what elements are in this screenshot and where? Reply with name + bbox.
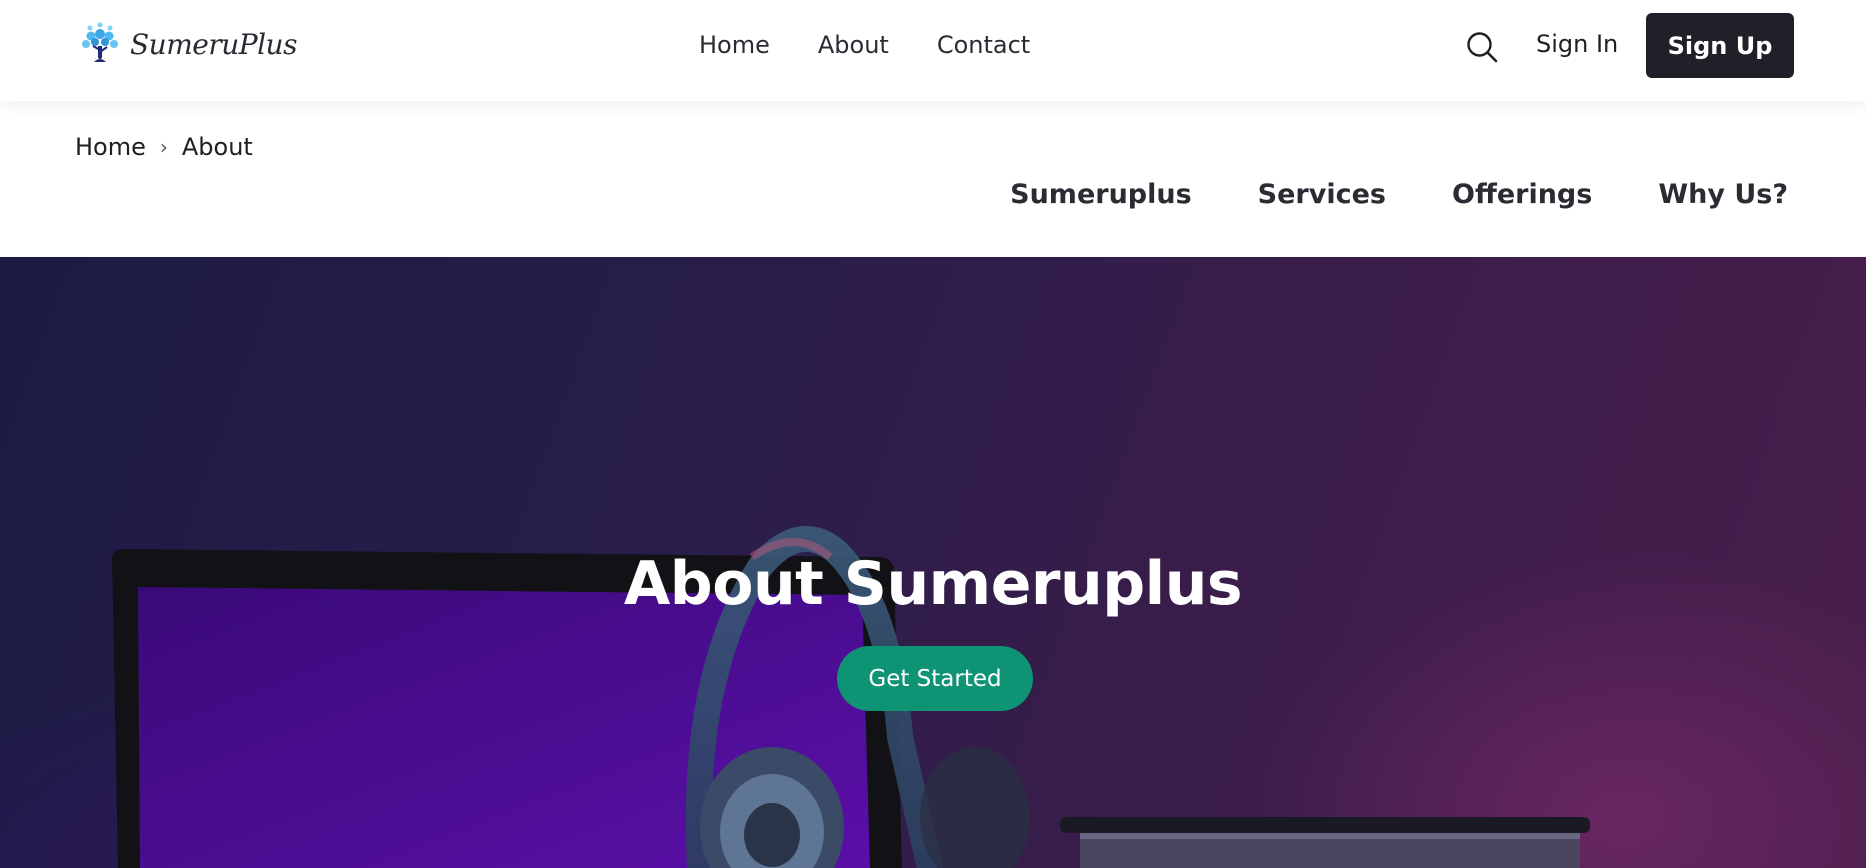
section-tab-why-us[interactable]: Why Us? bbox=[1658, 176, 1788, 214]
hero-banner: About Sumeruplus Get Started bbox=[0, 257, 1866, 868]
nav-about-link[interactable]: About bbox=[818, 28, 889, 62]
brand-name: SumeruPlus bbox=[130, 27, 297, 61]
nav-contact-link[interactable]: Contact bbox=[937, 28, 1030, 62]
chevron-right-icon: › bbox=[159, 135, 168, 159]
section-nav: Sumeruplus Services Offerings Why Us? bbox=[1010, 176, 1788, 214]
breadcrumb-home[interactable]: Home bbox=[75, 133, 146, 161]
hero-title: About Sumeruplus bbox=[623, 549, 1243, 619]
section-tab-offerings[interactable]: Offerings bbox=[1452, 176, 1592, 214]
section-tab-sumeruplus[interactable]: Sumeruplus bbox=[1010, 176, 1192, 214]
top-navbar: SumeruPlus Home About Contact Sign In Si… bbox=[0, 0, 1866, 101]
breadcrumb: Home › About bbox=[75, 133, 253, 161]
main-nav: Home About Contact bbox=[699, 28, 1030, 62]
get-started-button[interactable]: Get Started bbox=[837, 646, 1033, 711]
search-icon[interactable] bbox=[1465, 30, 1499, 64]
brand-logo[interactable]: SumeruPlus bbox=[76, 20, 297, 68]
nav-home-link[interactable]: Home bbox=[699, 28, 770, 62]
section-tab-services[interactable]: Services bbox=[1258, 176, 1386, 214]
page-subheader: Home › About Sumeruplus Services Offerin… bbox=[0, 101, 1866, 257]
tree-logo-icon bbox=[82, 22, 118, 62]
breadcrumb-current: About bbox=[181, 133, 253, 161]
sign-in-link[interactable]: Sign In bbox=[1536, 27, 1618, 61]
sign-up-button[interactable]: Sign Up bbox=[1646, 13, 1794, 78]
